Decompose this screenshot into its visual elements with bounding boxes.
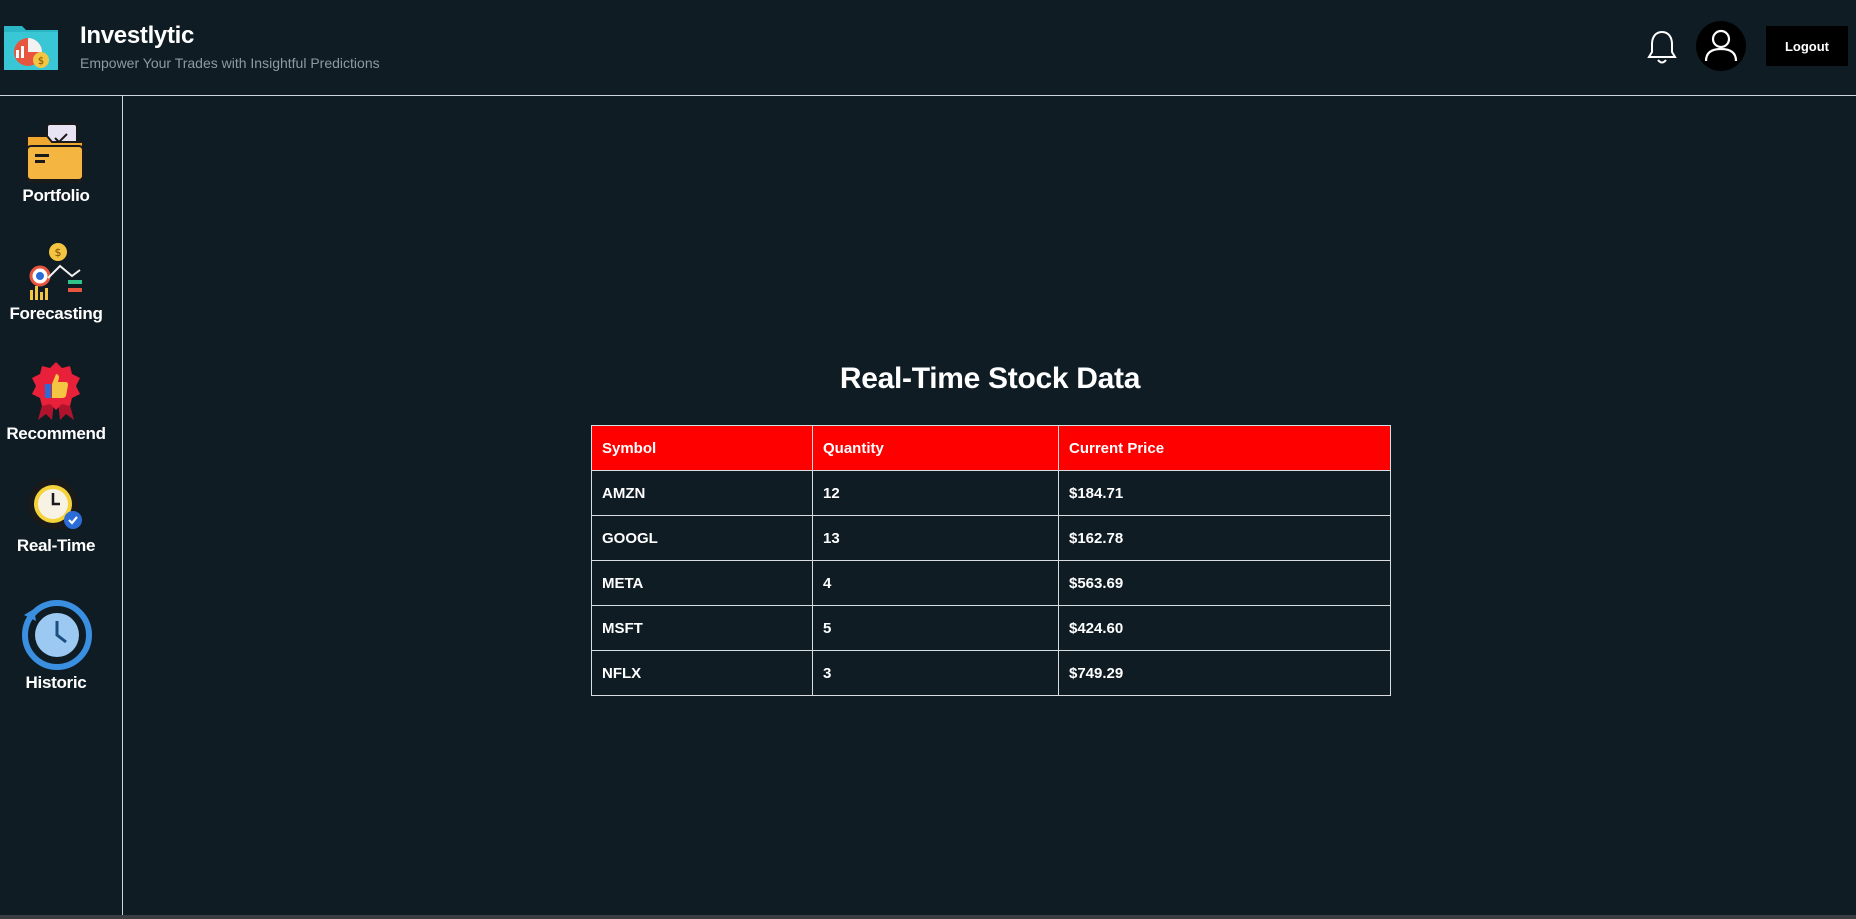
- sidebar-item-historic[interactable]: Historic: [0, 595, 112, 693]
- history-clock-icon: [22, 600, 92, 670]
- column-header-current-price: Current Price: [1058, 425, 1391, 471]
- quantity-cell: 12: [812, 470, 1059, 516]
- sidebar-item-label: Historic: [25, 673, 87, 692]
- app-title: Investlytic: [80, 22, 195, 49]
- app-subtitle: Empower Your Trades with Insightful Pred…: [80, 55, 380, 71]
- svg-text:$: $: [38, 56, 44, 67]
- table-row: META 4 $563.69: [591, 560, 1391, 606]
- sidebar-item-label: Portfolio: [22, 186, 90, 205]
- price-cell: $162.78: [1058, 515, 1391, 561]
- quantity-cell: 3: [812, 650, 1059, 696]
- symbol-cell: MSFT: [591, 605, 813, 651]
- quantity-cell: 4: [812, 560, 1059, 606]
- sidebar-item-forecasting[interactable]: $ Forecasting: [0, 242, 112, 324]
- table-header-row: Symbol Quantity Current Price: [591, 425, 1391, 471]
- avatar[interactable]: [1696, 21, 1746, 71]
- sidebar-item-recommend[interactable]: Recommend: [0, 358, 112, 444]
- user-icon: [1704, 29, 1738, 62]
- sidebar-item-label: Recommend: [6, 424, 106, 443]
- clock-check-icon: [28, 479, 82, 529]
- price-cell: $184.71: [1058, 470, 1391, 516]
- sidebar-item-realtime[interactable]: Real-Time: [0, 476, 112, 556]
- stock-table: Symbol Quantity Current Price AMZN 12 $1…: [591, 425, 1391, 696]
- symbol-cell: AMZN: [591, 470, 813, 516]
- quantity-cell: 13: [812, 515, 1059, 561]
- table-row: AMZN 12 $184.71: [591, 470, 1391, 516]
- table-row: GOOGL 13 $162.78: [591, 515, 1391, 561]
- table-row: MSFT 5 $424.60: [591, 605, 1391, 651]
- sidebar: Portfolio $ Forecasting Recommend Real-T…: [0, 96, 123, 915]
- thumbs-up-badge-icon: [32, 362, 80, 420]
- folder-icon: [26, 123, 84, 183]
- symbol-cell: NFLX: [591, 650, 813, 696]
- sidebar-item-label: Forecasting: [9, 304, 103, 323]
- table-row: NFLX 3 $749.29: [591, 650, 1391, 696]
- price-cell: $424.60: [1058, 605, 1391, 651]
- column-header-quantity: Quantity: [812, 425, 1059, 471]
- column-header-symbol: Symbol: [591, 425, 813, 471]
- notification-bell-icon[interactable]: [1646, 28, 1678, 66]
- symbol-cell: GOOGL: [591, 515, 813, 561]
- logo-icon: $: [4, 26, 58, 70]
- svg-text:$: $: [55, 246, 62, 259]
- logout-button[interactable]: Logout: [1766, 26, 1848, 66]
- sidebar-item-label: Real-Time: [16, 536, 96, 555]
- page-title: Real-Time Stock Data: [839, 362, 1141, 395]
- quantity-cell: 5: [812, 605, 1059, 651]
- price-cell: $563.69: [1058, 560, 1391, 606]
- symbol-cell: META: [591, 560, 813, 606]
- sidebar-item-portfolio[interactable]: Portfolio: [0, 122, 112, 206]
- app-header: $ Investlytic Empower Your Trades with I…: [0, 0, 1856, 96]
- forecast-chart-icon: $: [29, 243, 82, 300]
- price-cell: $749.29: [1058, 650, 1391, 696]
- bottom-border: [0, 915, 1856, 919]
